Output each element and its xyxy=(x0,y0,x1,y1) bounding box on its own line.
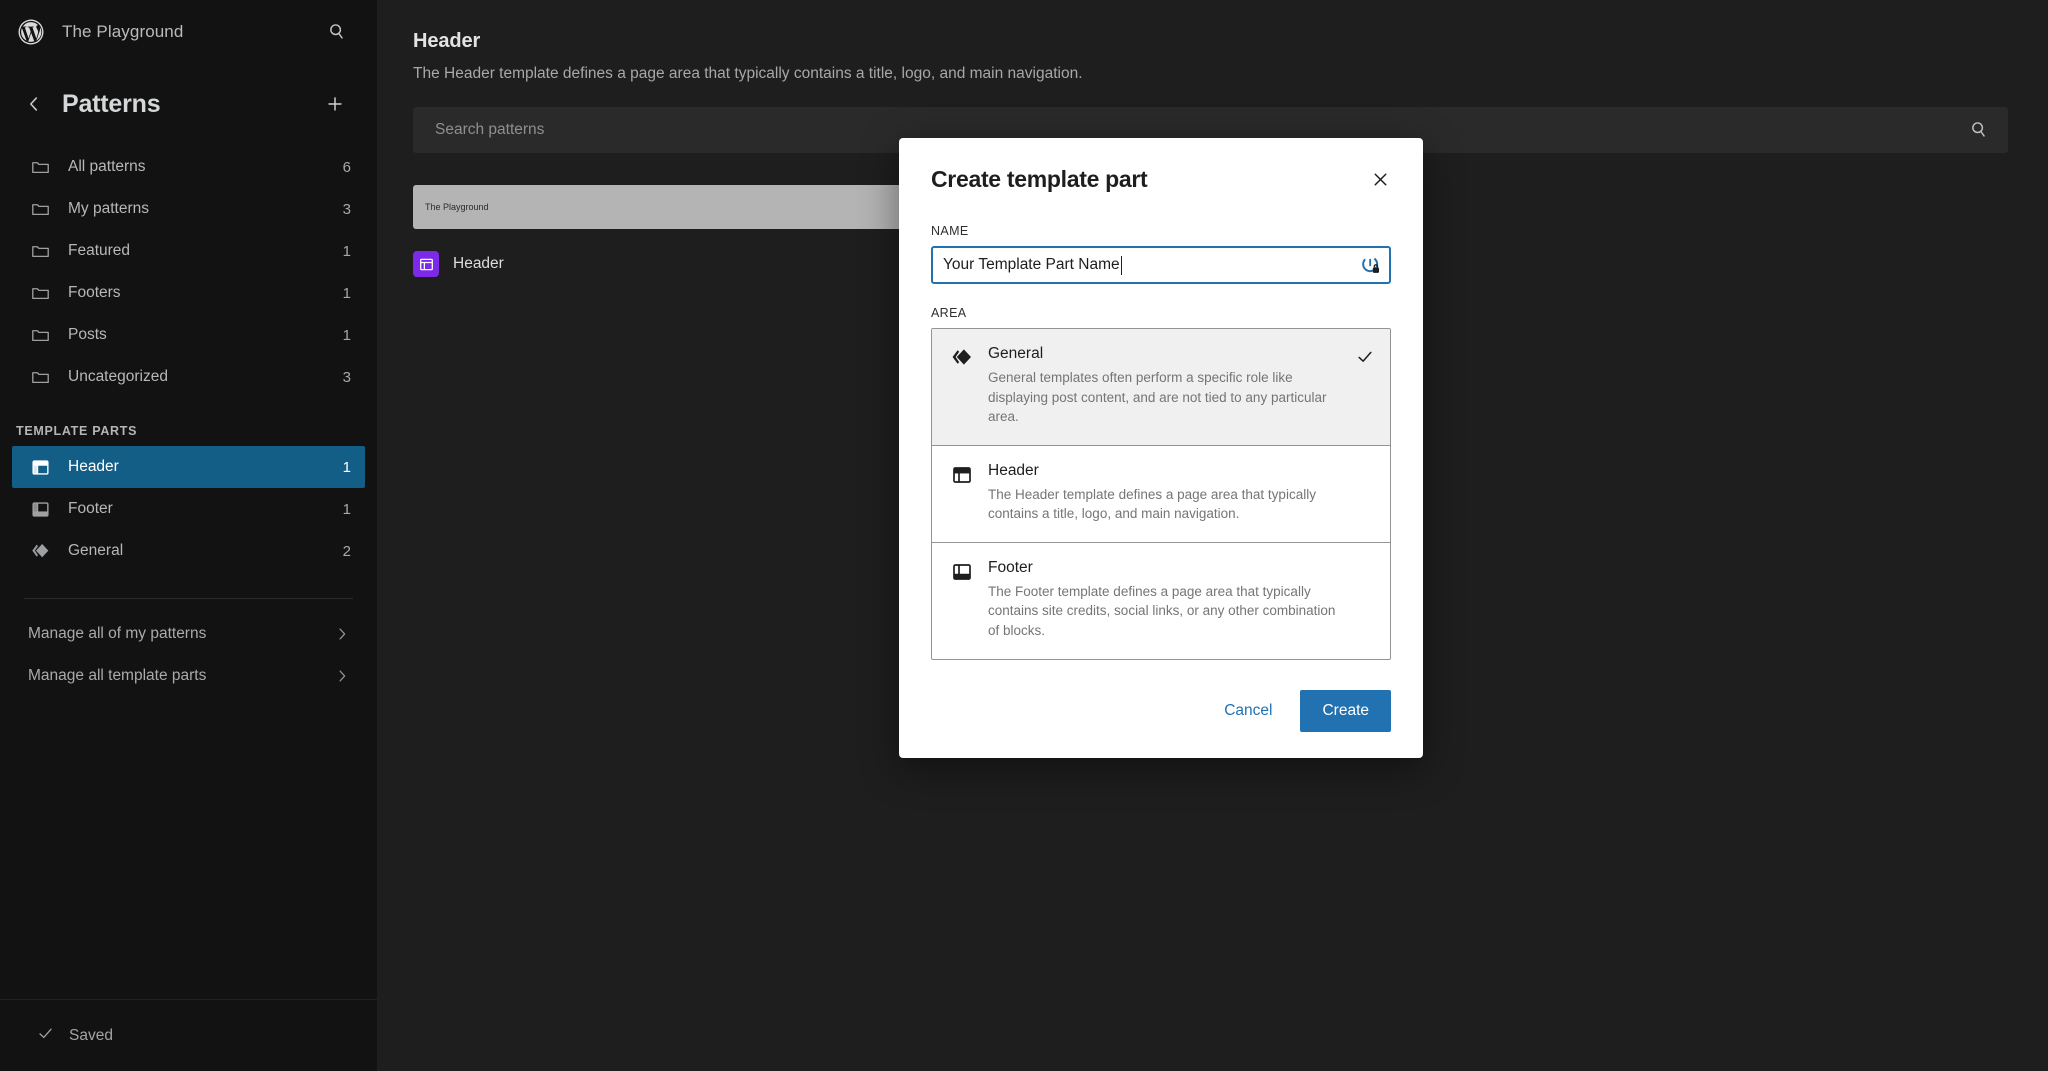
manage-all-my-patterns-link[interactable]: Manage all of my patterns xyxy=(12,613,365,655)
name-input[interactable]: Your Template Part Name xyxy=(931,246,1391,284)
text-caret xyxy=(1121,256,1122,275)
name-input-value: Your Template Part Name xyxy=(943,256,1120,274)
folder-icon xyxy=(28,197,52,221)
name-field-label: NAME xyxy=(931,224,1391,238)
save-status-bar[interactable]: Saved xyxy=(0,999,377,1071)
area-option-description: The Header template defines a page area … xyxy=(988,485,1340,524)
status-badge: Saved xyxy=(69,1027,113,1045)
sidebar-item-count: 1 xyxy=(343,285,351,302)
wordpress-logo-icon[interactable] xyxy=(16,17,46,47)
chevron-left-icon[interactable] xyxy=(16,86,52,122)
sidebar-item-my-patterns[interactable]: My patterns 3 xyxy=(12,188,365,230)
modal-layer: Create template part NAME Your Template … xyxy=(377,0,2048,1071)
create-template-part-dialog: Create template part NAME Your Template … xyxy=(899,138,1423,758)
manage-link-label: Manage all of my patterns xyxy=(28,625,333,643)
area-options-list: General General templates often perform … xyxy=(931,328,1391,660)
sidebar: The Playground Patterns All patterns xyxy=(0,0,377,1071)
sidebar-item-general[interactable]: General 2 xyxy=(12,530,365,572)
area-option-body: Header The Header template defines a pag… xyxy=(988,462,1340,524)
check-icon xyxy=(36,1024,55,1048)
sidebar-item-count: 1 xyxy=(343,501,351,518)
header-layout-icon xyxy=(28,455,52,479)
sidebar-item-count: 1 xyxy=(343,327,351,344)
sidebar-item-label: My patterns xyxy=(68,200,327,218)
sidebar-item-label: Footer xyxy=(68,500,327,518)
folder-icon xyxy=(28,239,52,263)
general-diamond-icon xyxy=(28,539,52,563)
area-option-header[interactable]: Header The Header template defines a pag… xyxy=(932,446,1390,543)
sidebar-item-featured[interactable]: Featured 1 xyxy=(12,230,365,272)
chevron-right-icon xyxy=(333,625,351,643)
header-layout-icon xyxy=(950,463,974,487)
dialog-title: Create template part xyxy=(931,166,1363,193)
manage-links-list: Manage all of my patterns Manage all tem… xyxy=(0,599,377,697)
area-option-description: General templates often perform a specif… xyxy=(988,368,1340,427)
dialog-header: Create template part xyxy=(931,166,1391,196)
site-bar: The Playground xyxy=(0,0,377,64)
site-title: The Playground xyxy=(62,22,305,42)
sidebar-item-label: Posts xyxy=(68,326,327,344)
sidebar-item-count: 1 xyxy=(343,243,351,260)
check-icon xyxy=(1354,347,1376,367)
area-option-name: Footer xyxy=(988,559,1340,577)
sidebar-item-uncategorized[interactable]: Uncategorized 3 xyxy=(12,356,365,398)
pattern-categories-list: All patterns 6 My patterns 3 Featured 1 xyxy=(0,142,377,398)
cancel-button[interactable]: Cancel xyxy=(1210,692,1286,730)
sidebar-item-header[interactable]: Header 1 xyxy=(12,446,365,488)
area-option-footer[interactable]: Footer The Footer template defines a pag… xyxy=(932,543,1390,659)
plus-icon[interactable] xyxy=(317,86,353,122)
password-manager-icon[interactable] xyxy=(1361,255,1381,275)
area-option-general[interactable]: General General templates often perform … xyxy=(932,329,1390,446)
manage-link-label: Manage all template parts xyxy=(28,667,333,685)
template-parts-list: Header 1 Footer 1 General 2 xyxy=(0,446,377,572)
folder-icon xyxy=(28,155,52,179)
chevron-right-icon xyxy=(333,667,351,685)
search-icon[interactable] xyxy=(321,16,353,48)
sidebar-item-count: 6 xyxy=(343,159,351,176)
sidebar-item-label: All patterns xyxy=(68,158,327,176)
area-field-label: AREA xyxy=(931,306,1391,320)
sidebar-item-count: 3 xyxy=(343,369,351,386)
area-option-body: General General templates often perform … xyxy=(988,345,1340,427)
folder-icon xyxy=(28,323,52,347)
sidebar-item-all-patterns[interactable]: All patterns 6 xyxy=(12,146,365,188)
folder-icon xyxy=(28,281,52,305)
wordpress-site-editor: The Playground Patterns All patterns xyxy=(0,0,2048,1071)
page-title: Patterns xyxy=(58,90,311,119)
create-button[interactable]: Create xyxy=(1300,690,1391,732)
footer-layout-icon xyxy=(950,560,974,584)
template-parts-section-label: TEMPLATE PARTS xyxy=(0,398,377,446)
area-option-name: Header xyxy=(988,462,1340,480)
sidebar-item-label: Footers xyxy=(68,284,327,302)
sidebar-item-label: Uncategorized xyxy=(68,368,327,386)
sidebar-item-label: General xyxy=(68,542,327,560)
sidebar-item-count: 1 xyxy=(343,459,351,476)
sidebar-item-footers[interactable]: Footers 1 xyxy=(12,272,365,314)
sidebar-item-count: 3 xyxy=(343,201,351,218)
area-option-body: Footer The Footer template defines a pag… xyxy=(988,559,1340,641)
sidebar-item-footer[interactable]: Footer 1 xyxy=(12,488,365,530)
patterns-panel-header: Patterns xyxy=(0,64,377,142)
sidebar-item-label: Featured xyxy=(68,242,327,260)
area-option-name: General xyxy=(988,345,1340,363)
sidebar-item-label: Header xyxy=(68,458,327,476)
manage-all-template-parts-link[interactable]: Manage all template parts xyxy=(12,655,365,697)
general-diamond-icon xyxy=(950,346,974,370)
sidebar-item-posts[interactable]: Posts 1 xyxy=(12,314,365,356)
sidebar-item-count: 2 xyxy=(343,543,351,560)
close-icon[interactable] xyxy=(1363,162,1397,196)
footer-layout-icon xyxy=(28,497,52,521)
main-content: Header The Header template defines a pag… xyxy=(377,0,2048,1071)
area-option-description: The Footer template defines a page area … xyxy=(988,582,1340,641)
folder-icon xyxy=(28,365,52,389)
dialog-actions: Cancel Create xyxy=(931,690,1391,732)
